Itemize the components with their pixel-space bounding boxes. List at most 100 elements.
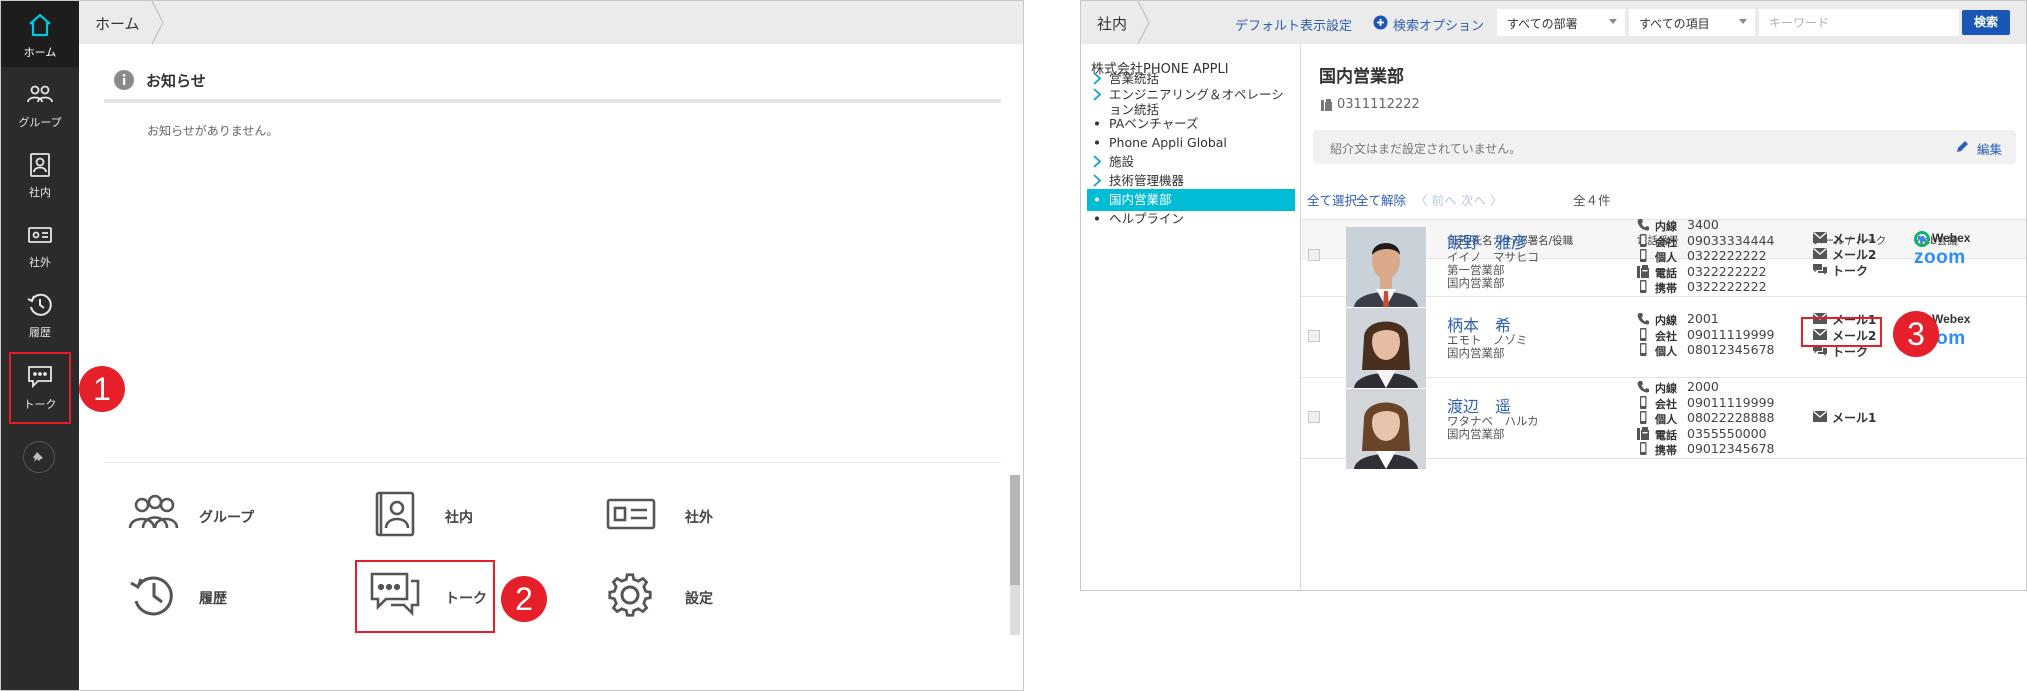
home-main-area: ホーム お知らせ お知らせがありません。 グループ 社内 社外 履歴 トーク 設… (79, 1, 1023, 690)
menu-tile-group[interactable]: グループ (127, 485, 287, 545)
menu-tile-label: 社外 (685, 510, 713, 526)
department-title: 国内営業部 (1319, 67, 1404, 87)
keyword-search-input[interactable] (1759, 9, 1959, 36)
home-icon (26, 11, 54, 39)
history-icon (26, 291, 54, 319)
mail-icon (1813, 248, 1827, 259)
phone-number: 2000 (1687, 379, 1719, 394)
callout-badge-3: 3 (1893, 311, 1939, 357)
menu-tile-history[interactable]: 履歴 (127, 566, 287, 626)
fax-icon (1321, 99, 1332, 111)
bullet-icon (1095, 197, 1099, 202)
webex-link[interactable]: Webex (1914, 230, 1984, 248)
web-meeting-links: Webex zoom (1914, 230, 1984, 278)
mobile-icon (1640, 233, 1647, 247)
row-checkbox[interactable] (1308, 249, 1320, 261)
phone-number: 2001 (1687, 311, 1719, 326)
bullet-icon (1095, 121, 1099, 126)
phone-type-label: 会社 (1655, 329, 1677, 343)
chevron-right-icon (1093, 155, 1102, 168)
group-icon (26, 81, 54, 109)
default-display-settings-link[interactable]: デフォルト表示設定 (1235, 15, 1352, 34)
bullet-icon (1095, 216, 1099, 221)
phone-number: 08022228888 (1687, 410, 1775, 425)
sidebar-item-group[interactable]: グループ (1, 71, 79, 137)
profile-photo (1346, 227, 1426, 307)
menu-tile-external[interactable]: 社外 (605, 485, 765, 545)
sidebar-item-label: 社外 (29, 256, 51, 269)
deselect-all-button[interactable]: 全て解除 (1356, 190, 1406, 209)
breadcrumb-internal[interactable]: 社内 (1097, 13, 1127, 34)
field-select[interactable]: すべての項目 (1629, 9, 1755, 36)
sidebar: ホーム グループ 社内 社外 履歴 トーク (1, 1, 79, 690)
breadcrumb-home[interactable]: ホーム (95, 13, 140, 34)
tree-item-7[interactable]: 国内営業部 (1087, 189, 1295, 211)
sidebar-item-label: ホーム (23, 46, 57, 59)
chevron-right-icon (1093, 72, 1102, 85)
sidebar-item-label: 履歴 (29, 326, 51, 339)
table-row: 飯野 雅彦 イイノ マサヒコ 第一営業部 国内営業部 内線 3400 会社 090333344… (1301, 215, 2026, 307)
person-kana: ワタナベ ハルカ 国内営業部 (1447, 415, 1539, 441)
sidebar-item-home[interactable]: ホーム (1, 1, 79, 67)
department-tree: 株式会社PHONE APPLI 営業統括 エンジニアリング＆オペレーション統括 PA… (1081, 44, 1301, 590)
department-select[interactable]: すべての部署 (1497, 9, 1625, 36)
sidebar-item-external[interactable]: 社外 (1, 211, 79, 277)
tree-item-label: Phone Appli Global (1109, 135, 1227, 150)
callout-badge-2: 2 (501, 576, 547, 622)
menu-tile-internal[interactable]: 社内 (369, 485, 529, 545)
phone-icon (1637, 381, 1649, 393)
mail-icon (1813, 411, 1827, 422)
select-all-button[interactable]: 全て選択 (1307, 190, 1357, 209)
search-options-link[interactable]: 検索オプション (1393, 15, 1484, 34)
person-department-parent: 国内営業部 (1447, 276, 1505, 290)
scrollbar-thumb[interactable] (1010, 475, 1020, 585)
department-select-value: すべての部署 (1507, 17, 1578, 31)
next-page-button[interactable]: 次へ 〉 (1461, 190, 1503, 209)
phone-type-label: 内線 (1655, 314, 1677, 327)
info-icon (114, 70, 134, 90)
search-button[interactable]: 検索 (1962, 10, 2010, 35)
prev-page-button[interactable]: 〈 前へ (1415, 190, 1457, 209)
phone-type-label: 内線 (1655, 220, 1677, 233)
menu-tile-label: 社内 (445, 510, 473, 526)
notice-divider (104, 99, 1001, 103)
menu-tile-label: グループ (199, 510, 255, 526)
pencil-icon (1956, 141, 1968, 152)
zoom-link[interactable]: zoom (1914, 247, 1966, 269)
talk-icon (1813, 264, 1827, 275)
phone-icon (1637, 313, 1649, 325)
history-icon (127, 571, 179, 619)
tree-item-label: 施設 (1109, 154, 1135, 169)
person-department: 国内営業部 (1447, 346, 1505, 360)
callout-badge-1: 1 (79, 366, 125, 412)
menu-tile-settings[interactable]: 設定 (605, 566, 765, 626)
tree-item-label: 技術管理機器 (1109, 173, 1185, 188)
department-phone: 0311112222 (1337, 97, 1420, 112)
mobile-icon (1640, 249, 1647, 262)
bullet-icon (1095, 140, 1099, 145)
directory-topbar: 社内 デフォルト表示設定 検索オプション すべての部署 すべての項目 検索 (1081, 1, 2026, 44)
contact-action-label: メール1 (1832, 411, 1877, 425)
phone-type-label: 内線 (1655, 382, 1677, 395)
phone-type-label: 会社 (1655, 397, 1677, 411)
internal-contacts-icon (369, 490, 421, 538)
contact-action-label: トーク (1832, 264, 1869, 278)
breadcrumb-arrow-icon (151, 1, 164, 44)
phone-type-label: 個人 (1655, 251, 1677, 264)
sidebar-item-label: 社内 (29, 186, 51, 199)
row-checkbox[interactable] (1308, 330, 1320, 342)
row-checkbox[interactable] (1308, 411, 1320, 423)
table-row: 渡辺 遥ワタナベ ハルカ 国内営業部 内線 2000 会社 09011119999 個人 08… (1301, 377, 2026, 469)
breadcrumb: ホーム (79, 1, 1023, 44)
mobile-icon (1640, 411, 1647, 424)
phone-type-label: 携帯 (1655, 444, 1677, 457)
result-count: 全４件 (1573, 193, 1611, 208)
pin-button[interactable] (23, 441, 55, 473)
sidebar-item-internal[interactable]: 社内 (1, 141, 79, 207)
sidebar-item-history[interactable]: 履歴 (1, 281, 79, 347)
menu-tile-label: 設定 (685, 591, 713, 607)
phone-type-label: 個人 (1655, 413, 1677, 426)
phone-type-label: 会社 (1655, 235, 1677, 249)
edit-button[interactable]: 編集 (1956, 139, 2002, 158)
mobile-icon (1640, 395, 1647, 409)
